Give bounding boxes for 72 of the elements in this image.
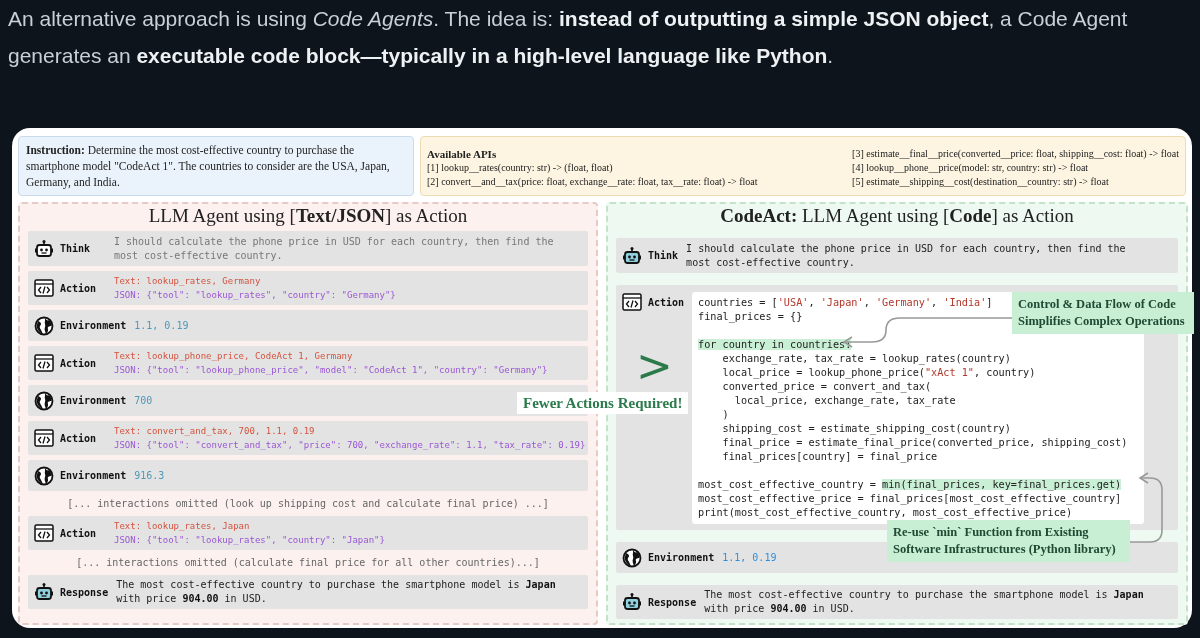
code-line: most_cost_effective_country = min(final_prices, key=final_prices.get)	[698, 478, 1122, 492]
action-json: JSON: {"tool": "lookup_rates", "country": "Japan"}	[114, 534, 385, 547]
greater-than-sign: >	[636, 344, 673, 388]
robot-icon	[622, 592, 642, 612]
action-json: JSON: {"tool": "lookup_rates", "country": "Germany"}	[114, 289, 396, 302]
panel-title: CodeAct: LLM Agent using [Code] as Action	[719, 204, 1075, 228]
arrow	[1129, 472, 1163, 543]
api-title: Available APIs	[427, 147, 498, 161]
omitted-note: [... interactions omitted (calculate final price for all other countries)...]	[75, 556, 541, 570]
code-window-icon	[34, 353, 54, 373]
think-text: I should calculate the phone price in USD for each country, then find the most cost-effective country.	[114, 234, 555, 263]
callout-note: Control & Data Flow of Code Simplifies Complex Operations	[1012, 292, 1194, 334]
think-text: I should calculate the phone price in USD for each country, then find the most cost-effective country.	[686, 241, 1127, 270]
step-label: Environment	[60, 470, 127, 481]
response-text: The most cost-effective country to purchase the smartphone model is Japan with price 904.00 in USD.	[116, 578, 557, 606]
instruction-text: Instruction: Determine the most cost-effective country to purchase the smartphone model "CodeAct 1". The countries to consider are the USA, Japan, Germany, and India.	[18, 136, 414, 196]
code-line: shipping_cost = estimate_shipping_cost(country)	[721, 422, 1011, 436]
api-signature: [1] lookup__rates(country: str) -> (float, float)	[427, 161, 614, 175]
step-label: Think	[648, 250, 679, 261]
intro-paragraph: An alternative approach is using Code Agents. The idea is: instead of outputting a simple JSON object, a Code Agent generates an executable code block—typically in a high-level language like Python.	[7, 6, 1129, 69]
action-text: Text: lookup_rates, Japan	[114, 520, 251, 533]
step-label: Action	[60, 432, 97, 444]
action-json: JSON: {"tool": "lookup_phone_price", "model": "CodeAct 1", "country": "Germany"}	[114, 364, 548, 377]
robot-icon	[34, 582, 54, 602]
step-label: Environment	[60, 395, 127, 406]
code-window-icon	[34, 278, 54, 298]
code-line: print(most_cost_effective_country, most_cost_effective_price)	[698, 506, 1073, 520]
code-line: final_prices = {}	[698, 310, 803, 324]
robot-icon	[34, 238, 54, 259]
panel-title: LLM Agent using [Text/JSON] as Action	[147, 204, 469, 228]
action-text: Text: lookup_phone_price, CodeAct 1, Germany	[114, 350, 354, 363]
environment-value: 1.1, 0.19	[134, 318, 189, 333]
step-label: Action	[648, 296, 685, 308]
api-signature: [4] lookup__phone__price(model: str, country: str) -> float	[852, 161, 1090, 175]
action-text: Text: convert_and_tax, 700, 1.1, 0.19	[114, 425, 316, 438]
step-label: Action	[60, 282, 97, 294]
code-line: exchange_rate, tax_rate = lookup_rates(country)	[721, 352, 1011, 366]
code-line: converted_price = convert_and_tax(	[721, 380, 932, 394]
code-line: local_price, exchange_rate, tax_rate	[733, 394, 956, 408]
step-label: Environment	[648, 552, 715, 563]
comparison-label: Fewer Actions Required!	[517, 392, 689, 414]
omitted-note: [... interactions omitted (look up shipping cost and calculate final price) ...]	[66, 497, 550, 511]
environment-value: 916.3	[134, 468, 165, 483]
action-json: JSON: {"tool": "convert_and_tax", "price": 700, "exchange_rate": 1.1, "tax_rate": 0.19}	[114, 439, 586, 452]
step-label: Response	[648, 596, 697, 608]
step-label: Environment	[60, 320, 127, 331]
code-line: most_cost_effective_price = final_prices[most_cost_effective_country]	[698, 492, 1122, 506]
api-signature: [5] estimate__shipping__cost(destination__country: str) -> float	[852, 175, 1110, 189]
environment-value: 1.1, 0.19	[722, 550, 777, 565]
step-label: Action	[60, 357, 97, 369]
code-window-icon	[622, 292, 642, 312]
globe-icon	[622, 547, 642, 568]
robot-icon	[622, 245, 642, 266]
code-line: final_prices[country] = final_price	[721, 450, 938, 464]
globe-icon	[34, 390, 54, 411]
code-line: final_price = estimate_final_price(converted_price, shipping_cost)	[721, 436, 1128, 450]
code-line: local_price = lookup_phone_price("xAct 1", country)	[721, 366, 1036, 380]
step-label: Response	[60, 586, 109, 598]
callout-note: Re-use `min` Function from Existing Software Infrastructures (Python library)	[887, 520, 1130, 562]
environment-value: 700	[134, 393, 153, 408]
api-signature: [2] convert__and__tax(price: float, exchange__rate: float, tax__rate: float) -> float	[427, 175, 758, 189]
globe-icon	[34, 465, 54, 486]
step-label: Action	[60, 527, 97, 539]
globe-icon	[34, 315, 54, 336]
action-text: Text: lookup_rates, Germany	[114, 275, 262, 288]
step-label: Think	[60, 243, 91, 254]
response-text: The most cost-effective country to purchase the smartphone model is Japan with price 904.00 in USD.	[704, 588, 1145, 616]
code-line: countries = ['USA', 'Japan', 'Germany', 'India']	[698, 296, 993, 310]
code-line: )	[721, 408, 729, 422]
api-signature: [3] estimate__final__price(converted__price: float, shipping__cost: float) -> float	[852, 147, 1179, 161]
code-window-icon	[34, 428, 54, 448]
code-window-icon	[34, 523, 54, 543]
